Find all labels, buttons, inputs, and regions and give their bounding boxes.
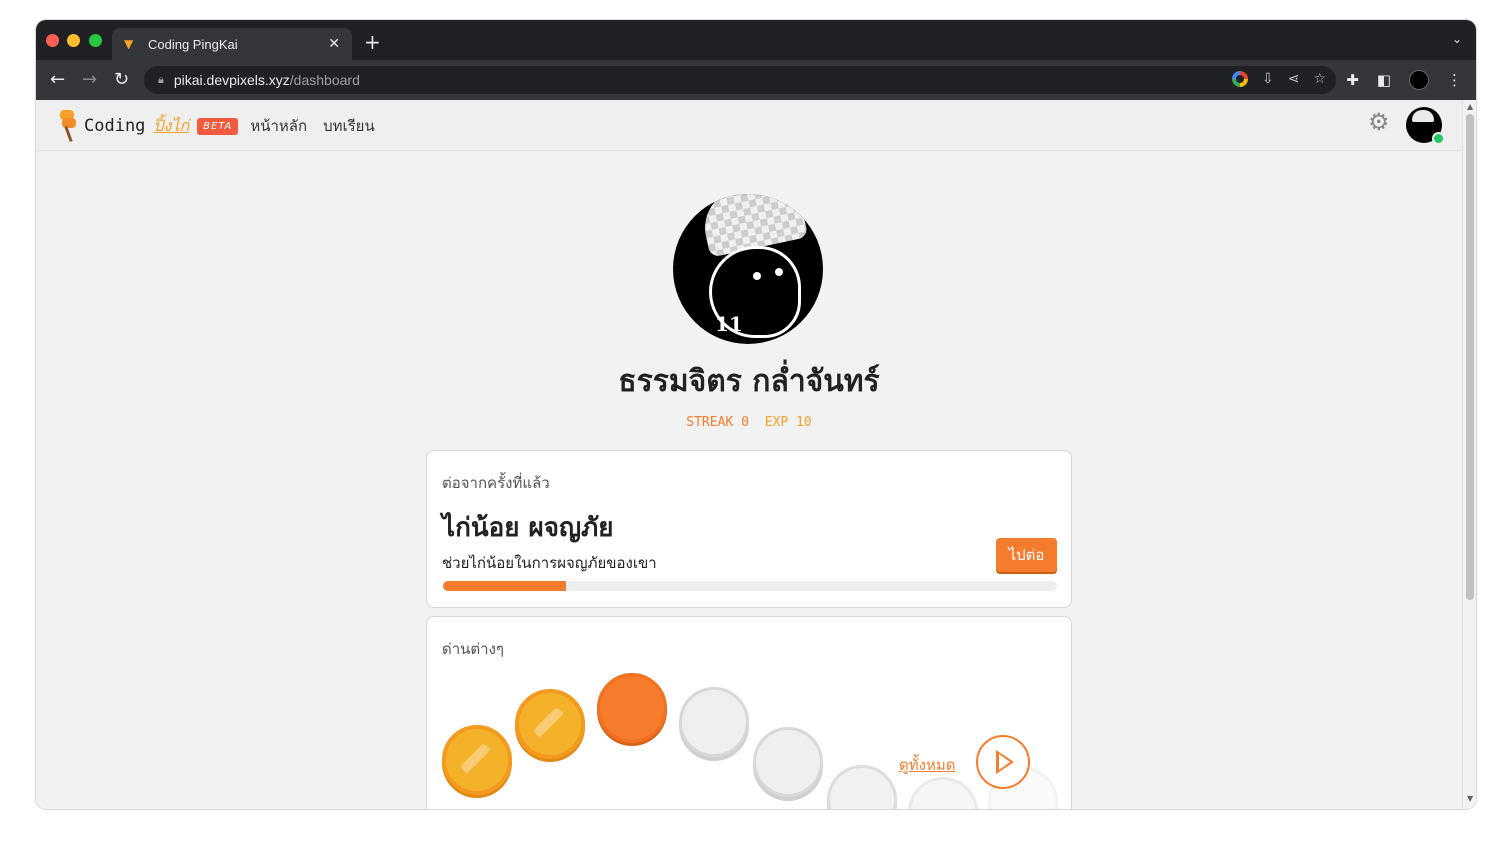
continue-card-label: ต่อจากครั้งที่แล้ว xyxy=(442,474,550,492)
url-path: /dashboard xyxy=(289,72,360,88)
site-navbar: Coding ปิ้งไก่ BETA หน้าหลัก บทเรียน ⚙ xyxy=(36,100,1462,150)
level-node-7 xyxy=(908,777,978,809)
page-scrollbar[interactable]: ▲ ▼ xyxy=(1462,100,1476,809)
profile-avatar: 11 xyxy=(673,194,823,344)
tab-search-chevron-icon[interactable]: ⌄ xyxy=(1452,32,1462,46)
nav-link-lessons[interactable]: บทเรียน xyxy=(323,114,375,138)
play-icon xyxy=(996,750,1014,774)
skewer-favicon-icon: ▼ xyxy=(124,37,134,51)
google-lens-icon[interactable] xyxy=(1231,71,1248,87)
minimize-window-button[interactable] xyxy=(67,34,80,47)
play-button[interactable] xyxy=(976,735,1030,789)
nav-link-home[interactable]: หน้าหลัก xyxy=(250,114,307,138)
profile-avatar-icon[interactable] xyxy=(1409,70,1429,90)
scroll-thumb[interactable] xyxy=(1466,114,1474,600)
lesson-progress-bar xyxy=(443,581,1057,591)
level-node-6 xyxy=(827,765,897,809)
levels-card: ด่านต่างๆ ดูทั้งหมด xyxy=(426,616,1072,809)
new-tab-button[interactable]: + xyxy=(364,30,381,54)
lock-icon[interactable]: 🔒︎ xyxy=(158,73,164,87)
page-content: Coding ปิ้งไก่ BETA หน้าหลัก บทเรียน ⚙ 1… xyxy=(36,100,1476,809)
level-node-3[interactable] xyxy=(597,673,667,743)
brand-logo[interactable]: Coding ปิ้งไก่ BETA หน้าหลัก บทเรียน xyxy=(56,110,375,143)
lesson-progress-fill xyxy=(443,581,566,591)
tab-bar: ▼ Coding PingKai ✕ + ⌄ xyxy=(36,20,1476,60)
profile-stats: STREAK 0 EXP 10 xyxy=(36,415,1462,430)
beta-badge: BETA xyxy=(197,117,239,135)
install-app-icon[interactable]: ⇩ xyxy=(1262,71,1274,87)
streak-stat: STREAK 0 xyxy=(686,415,749,430)
lesson-title: ไก่น้อย ผจญภัย xyxy=(442,513,614,543)
settings-gear-icon[interactable]: ⚙ xyxy=(1368,108,1390,136)
browser-toolbar: ← → ↻ 🔒︎ pikai.devpixels.xyz /dashboard … xyxy=(36,60,1476,100)
exp-stat: EXP 10 xyxy=(764,415,812,430)
tab-close-icon[interactable]: ✕ xyxy=(328,36,340,52)
browser-tab[interactable]: ▼ Coding PingKai ✕ xyxy=(112,28,352,60)
browser-window: ▼ Coding PingKai ✕ + ⌄ ← → ↻ 🔒︎ pikai.de… xyxy=(36,20,1476,809)
see-all-link[interactable]: ดูทั้งหมด xyxy=(899,753,955,777)
url-host: pikai.devpixels.xyz xyxy=(173,72,290,88)
brand-word: Coding xyxy=(84,116,146,136)
profile-name: ธรรมจิตร กล่ำจันทร์ xyxy=(618,364,880,399)
close-window-button[interactable] xyxy=(46,34,59,47)
level-node-4 xyxy=(679,687,749,757)
online-status-dot xyxy=(1432,132,1445,145)
continue-card: ต่อจากครั้งที่แล้ว ไก่น้อย ผจญภัย ช่วยไก… xyxy=(426,450,1072,608)
tab-title: Coding PingKai xyxy=(148,36,238,52)
side-panel-icon[interactable]: ◧ xyxy=(1377,71,1391,89)
level-node-2[interactable] xyxy=(515,689,585,759)
address-bar-actions: ⇩ ⋖ ☆ xyxy=(1231,71,1326,87)
browser-menu-icon[interactable]: ⋮ xyxy=(1447,71,1462,89)
avatar-number: 11 xyxy=(715,312,743,336)
level-node-1[interactable] xyxy=(442,725,512,795)
extensions-puzzle-icon[interactable]: ✚ xyxy=(1346,71,1359,89)
levels-card-label: ด่านต่างๆ xyxy=(442,640,504,658)
brand-thai: ปิ้งไก่ xyxy=(153,115,190,135)
scroll-down-arrow-icon[interactable]: ▼ xyxy=(1467,794,1473,803)
bookmark-star-icon[interactable]: ☆ xyxy=(1313,71,1326,87)
reload-icon[interactable]: ↻ xyxy=(114,69,129,90)
lesson-description: ช่วยไก่น้อยในการผจญภัยของเขา xyxy=(442,554,657,572)
maximize-window-button[interactable] xyxy=(89,34,102,47)
address-bar[interactable]: 🔒︎ pikai.devpixels.xyz /dashboard ⇩ ⋖ ☆ xyxy=(144,66,1336,94)
forward-arrow-icon[interactable]: → xyxy=(82,69,97,90)
back-arrow-icon[interactable]: ← xyxy=(50,69,65,90)
continue-button[interactable]: ไปต่อ xyxy=(996,538,1057,572)
share-icon[interactable]: ⋖ xyxy=(1288,71,1300,87)
toolbar-right: ✚ ◧ ⋮ xyxy=(1346,70,1462,90)
level-node-5 xyxy=(753,727,823,797)
skewer-logo-icon xyxy=(56,110,80,143)
scroll-up-arrow-icon[interactable]: ▲ xyxy=(1467,102,1473,111)
